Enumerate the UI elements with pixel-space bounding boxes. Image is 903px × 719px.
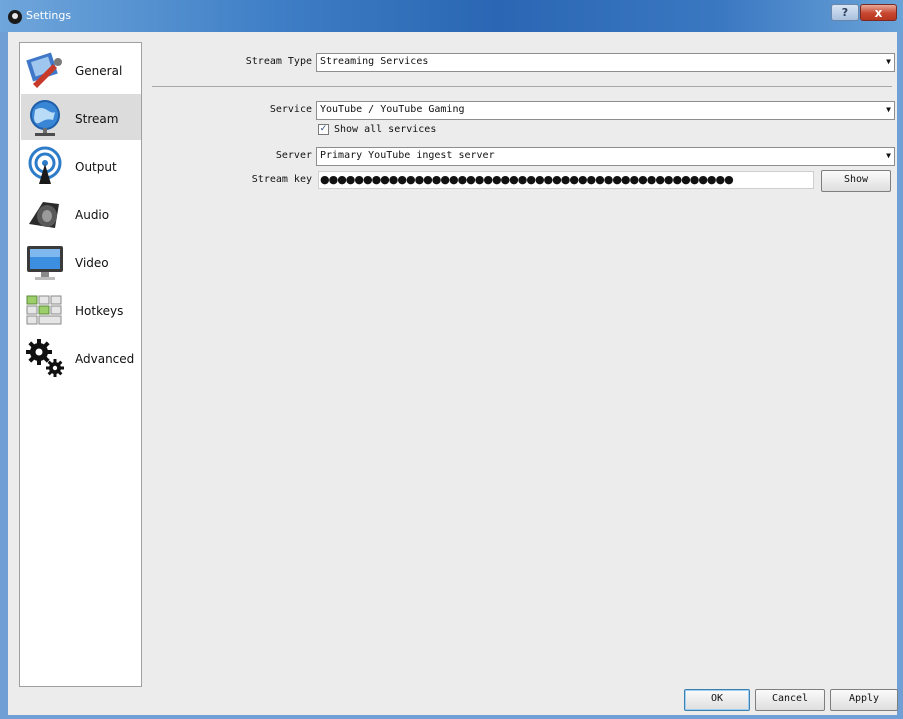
service-value: YouTube / YouTube Gaming (320, 104, 465, 115)
ok-button[interactable]: OK (684, 689, 750, 711)
chevron-down-icon: ▼ (886, 151, 891, 160)
stream-globe-icon (30, 100, 60, 136)
sidebar-item-audio[interactable]: Audio (21, 190, 141, 236)
sidebar-item-general[interactable]: General (21, 46, 141, 92)
hotkeys-keyboard-icon (26, 295, 62, 325)
general-icon (26, 52, 62, 88)
stream-type-select[interactable]: Streaming Services ▼ (316, 53, 895, 72)
apply-button[interactable]: Apply (830, 689, 898, 711)
settings-sidebar: General Stream Output Audio Video Hotkey… (19, 42, 142, 687)
sidebar-item-output[interactable]: Output (21, 142, 141, 188)
close-button[interactable]: x (860, 4, 897, 21)
service-label: Service (269, 104, 312, 115)
output-broadcast-icon (28, 146, 62, 184)
sidebar-item-label: Hotkeys (75, 304, 124, 318)
sidebar-item-label: General (75, 64, 123, 78)
sidebar-item-hotkeys[interactable]: Hotkeys (21, 286, 141, 332)
chevron-down-icon: ▼ (886, 57, 891, 66)
sidebar-item-label: Audio (75, 208, 110, 222)
divider (152, 86, 892, 87)
stream-type-label: Stream Type (245, 56, 312, 67)
show-all-services-label: Show all services (334, 124, 437, 135)
sidebar-item-label: Video (75, 256, 109, 270)
stream-key-masked-value: ●●●●●●●●●●●●●●●●●●●●●●●●●●●●●●●●●●●●●●●●… (320, 173, 734, 186)
help-button[interactable]: ? (831, 4, 859, 21)
sidebar-item-label: Stream (75, 112, 119, 126)
audio-speaker-icon (29, 202, 59, 228)
server-value: Primary YouTube ingest server (320, 150, 495, 161)
stream-type-value: Streaming Services (320, 56, 429, 67)
sidebar-item-label: Output (75, 160, 117, 174)
chevron-down-icon: ▼ (886, 105, 891, 114)
stream-key-label: Stream key (251, 174, 312, 185)
app-logo-icon (8, 10, 22, 24)
cancel-button[interactable]: Cancel (755, 689, 825, 711)
window-title: Settings (26, 9, 72, 22)
title-bar (0, 0, 903, 32)
show-key-button[interactable]: Show (821, 170, 891, 192)
server-select[interactable]: Primary YouTube ingest server ▼ (316, 147, 895, 166)
service-select[interactable]: YouTube / YouTube Gaming ▼ (316, 101, 895, 120)
video-monitor-icon (27, 246, 63, 280)
server-label: Server (275, 150, 312, 161)
sidebar-item-label: Advanced (75, 352, 135, 366)
sidebar-item-advanced[interactable]: Advanced (21, 334, 141, 380)
sidebar-item-stream[interactable]: Stream (21, 94, 141, 140)
advanced-gears-icon (26, 339, 64, 377)
show-all-services-checkbox[interactable]: ✓ (318, 124, 329, 135)
sidebar-item-video[interactable]: Video (21, 238, 141, 284)
